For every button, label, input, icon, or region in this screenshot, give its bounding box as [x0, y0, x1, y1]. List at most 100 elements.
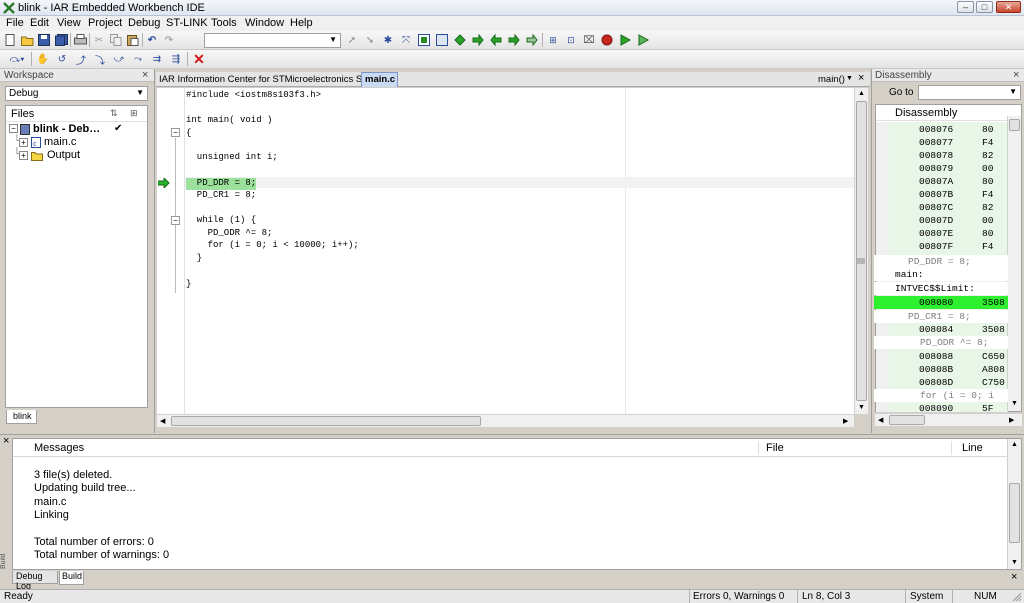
tab-info-center[interactable]: IAR Information Center for STMicroelectr…: [159, 74, 381, 85]
step-out-icon[interactable]: ⤻: [111, 52, 127, 66]
editor-close-icon[interactable]: ×: [858, 72, 864, 84]
minimize-button[interactable]: –: [957, 1, 974, 13]
messages-close-right-icon[interactable]: ×: [1011, 571, 1017, 583]
disasm-row[interactable]: 008076 80: [874, 123, 1008, 136]
find-in-files-icon[interactable]: ⤧: [398, 33, 414, 47]
tab-build[interactable]: Build: [59, 571, 84, 585]
tree-item-output[interactable]: └ + Output: [9, 148, 147, 163]
messages-vertical-scrollbar[interactable]: ▲ ▼: [1007, 439, 1021, 569]
configuration-select[interactable]: Debug ▼: [5, 86, 148, 101]
disasm-row[interactable]: 008078 82: [874, 149, 1008, 162]
step-over-icon[interactable]: ⤴: [73, 52, 89, 67]
debug-without-download-icon[interactable]: [635, 33, 651, 47]
open-folder-icon[interactable]: [19, 33, 35, 47]
break-icon[interactable]: ✋: [35, 52, 51, 66]
menu-file[interactable]: File: [6, 17, 24, 29]
disassembly-vertical-scrollbar[interactable]: ▼: [1007, 116, 1021, 411]
tab-debug-log[interactable]: Debug Log: [12, 571, 58, 591]
editor-vertical-scrollbar[interactable]: ▲ ▼: [854, 88, 868, 414]
function-dropdown[interactable]: main(): [818, 74, 845, 85]
disasm-row[interactable]: 008079 00: [874, 162, 1008, 175]
find-icon[interactable]: ➚: [344, 33, 360, 47]
disasm-row[interactable]: 00807B F4: [874, 188, 1008, 201]
scroll-thumb[interactable]: [856, 101, 867, 401]
scroll-left-icon[interactable]: ◀: [160, 417, 165, 425]
message-line[interactable]: Total number of errors: 0: [34, 536, 154, 548]
scroll-down-icon[interactable]: ▼: [858, 404, 865, 411]
disasm-current-row[interactable]: 008080 3508: [874, 296, 1008, 309]
scroll-thumb[interactable]: [171, 416, 481, 426]
disasm-row[interactable]: 00808B A808: [874, 363, 1008, 376]
goto-input[interactable]: ▼: [918, 85, 1021, 100]
next-statement-icon[interactable]: ⤳: [130, 52, 146, 66]
scroll-thumb[interactable]: [1009, 119, 1020, 131]
message-line[interactable]: Total number of warnings: 0: [34, 549, 169, 561]
disasm-row[interactable]: 00807A 80: [874, 175, 1008, 188]
message-line[interactable]: Updating build tree...: [34, 482, 136, 494]
disasm-row[interactable]: 008090 5F: [874, 402, 1008, 415]
tab-main-c[interactable]: main.c: [361, 72, 398, 87]
cut-icon[interactable]: ✂: [91, 33, 107, 47]
new-file-icon[interactable]: [2, 33, 18, 47]
debug-toolbar-menu-icon[interactable]: ⤼▾: [6, 52, 28, 66]
find-prev-icon[interactable]: ✱: [380, 33, 396, 47]
disasm-row[interactable]: 00807C 82: [874, 201, 1008, 214]
column-file[interactable]: File: [766, 442, 784, 454]
project-node[interactable]: − blink - Deb… ✔: [9, 123, 147, 137]
tab-blink[interactable]: blink: [6, 410, 37, 424]
download-and-debug-icon[interactable]: [617, 33, 633, 47]
navigate-forward-icon[interactable]: [470, 33, 486, 47]
navigate-icon[interactable]: [506, 33, 522, 47]
menu-view[interactable]: View: [57, 17, 81, 29]
stop-build-icon[interactable]: ⌧: [581, 33, 597, 47]
menu-help[interactable]: Help: [290, 17, 313, 29]
undo-icon[interactable]: ↶: [144, 33, 160, 47]
workspace-close-icon[interactable]: ×: [142, 69, 148, 81]
scroll-right-icon[interactable]: ▶: [843, 417, 848, 425]
menu-window[interactable]: Window: [245, 17, 284, 29]
message-line[interactable]: 3 file(s) deleted.: [34, 469, 112, 481]
step-into-icon[interactable]: ⤵: [92, 52, 108, 67]
disasm-row[interactable]: 008088 C650: [874, 350, 1008, 363]
messages-close-icon[interactable]: ×: [3, 435, 9, 447]
splitter-grip-icon[interactable]: [857, 257, 865, 265]
disasm-row[interactable]: 00807E 80: [874, 227, 1008, 240]
compile-icon[interactable]: ⊞: [545, 33, 561, 47]
menu-debug[interactable]: Debug: [128, 17, 160, 29]
save-all-icon[interactable]: [53, 33, 69, 47]
close-window-button[interactable]: ✕: [996, 1, 1021, 13]
browse-icon[interactable]: [524, 33, 540, 47]
scroll-thumb[interactable]: [889, 415, 925, 425]
toggle-bookmark-icon[interactable]: [434, 33, 450, 47]
disasm-row[interactable]: 00807F F4: [874, 240, 1008, 253]
menu-project[interactable]: Project: [88, 17, 122, 29]
copy-icon[interactable]: [108, 33, 124, 47]
menu-edit[interactable]: Edit: [30, 17, 49, 29]
menu-tools[interactable]: Tools: [211, 17, 237, 29]
scroll-down-icon[interactable]: ▼: [1011, 400, 1018, 407]
expand-icon[interactable]: +: [19, 151, 28, 160]
scroll-thumb[interactable]: [1009, 483, 1020, 543]
maximize-button[interactable]: □: [976, 1, 993, 13]
scroll-up-icon[interactable]: ▲: [858, 90, 865, 97]
next-bookmark-icon[interactable]: [452, 33, 468, 47]
reset-icon[interactable]: ↺: [54, 52, 70, 66]
disasm-row[interactable]: 00808D C750: [874, 376, 1008, 389]
scroll-left-icon[interactable]: ◀: [878, 416, 883, 424]
sort-icon[interactable]: ⇅: [110, 108, 118, 119]
disasm-row[interactable]: 008084 3508: [874, 323, 1008, 336]
redo-icon[interactable]: ↷: [161, 33, 177, 47]
scroll-down-icon[interactable]: ▼: [1011, 559, 1018, 566]
expand-icon[interactable]: +: [19, 138, 28, 147]
column-messages[interactable]: Messages: [34, 442, 84, 454]
menu-st-link[interactable]: ST-LINK: [166, 17, 208, 29]
navigate-back-icon[interactable]: [488, 33, 504, 47]
stop-debugging-icon[interactable]: ✕: [191, 51, 207, 67]
collapse-icon[interactable]: −: [9, 124, 18, 133]
disasm-row[interactable]: 00807D 00: [874, 214, 1008, 227]
paste-icon[interactable]: [125, 33, 141, 47]
scroll-up-icon[interactable]: ▲: [1011, 441, 1018, 448]
toggle-breakpoint-icon[interactable]: [599, 33, 615, 47]
options-icon[interactable]: ⊞: [130, 108, 138, 119]
save-icon[interactable]: [36, 33, 52, 47]
